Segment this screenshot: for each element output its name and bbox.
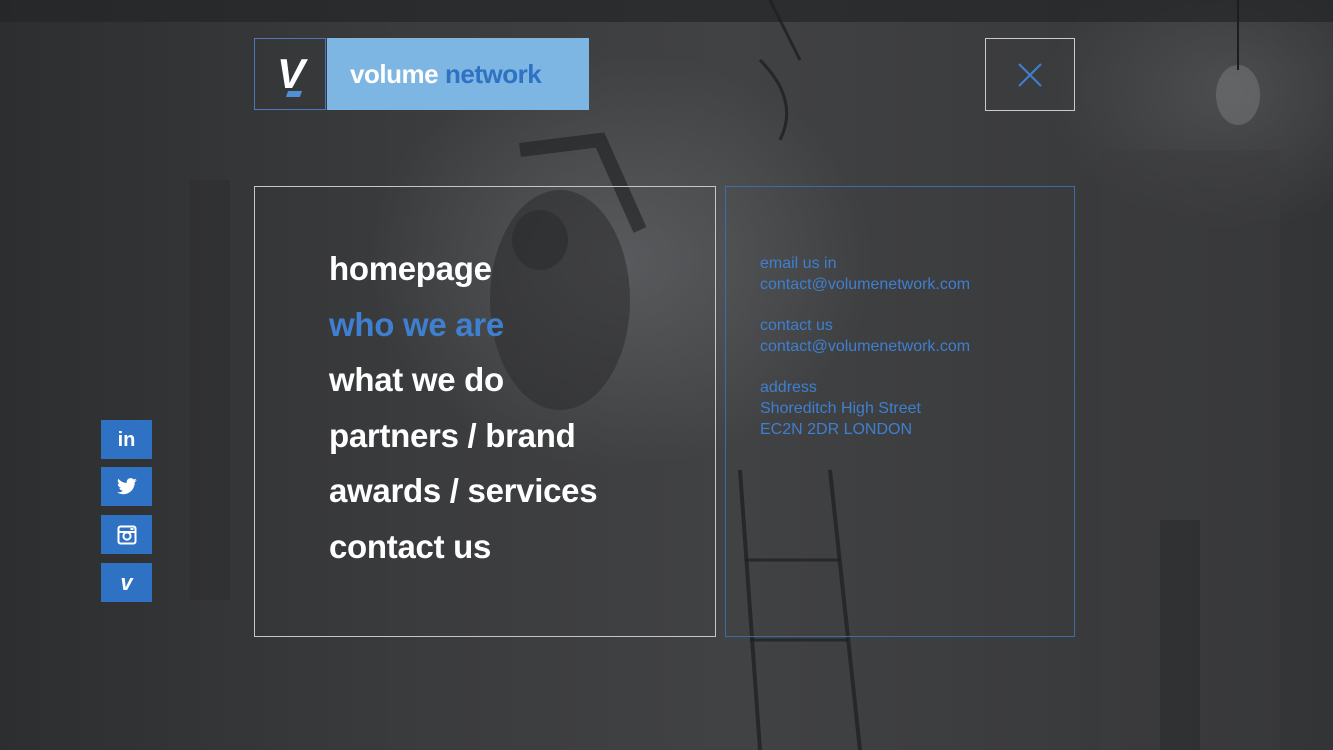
email-link[interactable]: contact@volumenetwork.com — [760, 274, 970, 295]
menu-item-what-we-do[interactable]: what we do — [329, 360, 597, 416]
twitter-button[interactable] — [101, 467, 152, 506]
vimeo-button[interactable]: v — [101, 563, 152, 602]
menu-item-partners-brand[interactable]: partners / brand — [329, 416, 597, 472]
linkedin-icon: in — [117, 428, 136, 451]
contact-link[interactable]: contact@volumenetwork.com — [760, 336, 970, 357]
vimeo-icon: v — [120, 569, 133, 595]
contact-block: contact us contact@volumenetwork.com — [760, 315, 970, 357]
email-label: email us in — [760, 255, 837, 272]
nav-menu: homepage who we are what we do partners … — [329, 249, 598, 583]
menu-item-contact-us[interactable]: contact us — [329, 527, 597, 583]
menu-item-awards-services[interactable]: awards / services — [329, 471, 598, 527]
close-button[interactable] — [985, 38, 1075, 111]
logo-mark[interactable]: V — [254, 38, 326, 110]
menu-item-who-we-are[interactable]: who we are — [329, 305, 597, 361]
address-block: address Shoreditch High Street EC2N 2DR … — [760, 377, 921, 440]
close-icon — [1018, 62, 1042, 87]
contact-label: contact us — [760, 317, 833, 334]
address-line-2: EC2N 2DR LONDON — [760, 421, 913, 438]
brand-name-part2: network — [445, 58, 542, 89]
twitter-icon — [116, 477, 137, 494]
brand-name-box[interactable]: volume network — [327, 38, 589, 110]
address-label: address — [760, 379, 817, 396]
menu-item-homepage[interactable]: homepage — [329, 249, 597, 305]
contact-panel: email us in contact@volumenetwork.com co… — [725, 186, 1075, 637]
instagram-icon — [117, 525, 136, 544]
brand-name-part1: volume — [350, 58, 439, 89]
menu-panel: homepage who we are what we do partners … — [254, 186, 716, 637]
logo-letter: V — [276, 50, 305, 97]
email-block: email us in contact@volumenetwork.com — [760, 253, 970, 295]
address-line-1: Shoreditch High Street — [760, 400, 921, 417]
linkedin-button[interactable]: in — [101, 420, 152, 459]
instagram-button[interactable] — [101, 515, 152, 554]
